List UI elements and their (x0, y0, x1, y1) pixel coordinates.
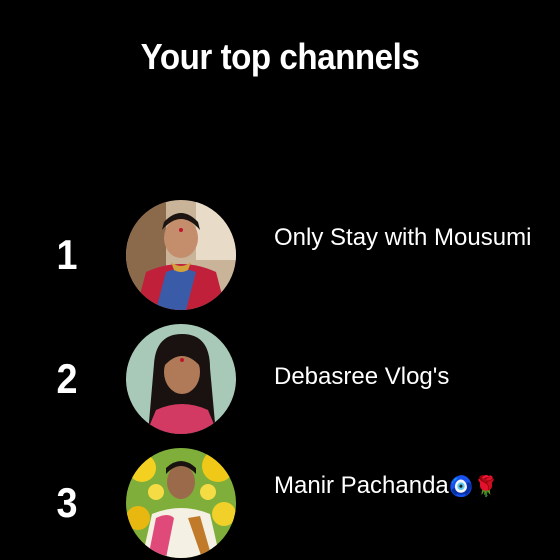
rank-number: 1 (56, 231, 78, 278)
woman-flowers-avatar[interactable] (126, 448, 236, 558)
woman-red-saree-avatar[interactable] (126, 200, 236, 310)
woman-dark-hair-avatar[interactable] (126, 324, 236, 434)
rank-number: 3 (56, 479, 78, 526)
channel-name[interactable]: Manir Pachanda🧿🌹 (274, 470, 534, 503)
page-title: Your top channels (140, 36, 420, 77)
nazar-rose-emoji: 🧿🌹 (448, 476, 499, 498)
channel-row[interactable]: 1 Only Stay with Mousumi (0, 200, 560, 310)
channel-name-text: Manir Pachanda (274, 472, 449, 499)
channel-name[interactable]: Only Stay with Mousumi (274, 222, 534, 253)
channel-row[interactable]: 3 Manir Pachanda🧿🌹 (0, 448, 560, 558)
rank-number: 2 (56, 355, 78, 402)
channel-row[interactable]: 2 Debasree Vlog's (0, 324, 560, 434)
channel-name[interactable]: Debasree Vlog's (274, 361, 534, 392)
